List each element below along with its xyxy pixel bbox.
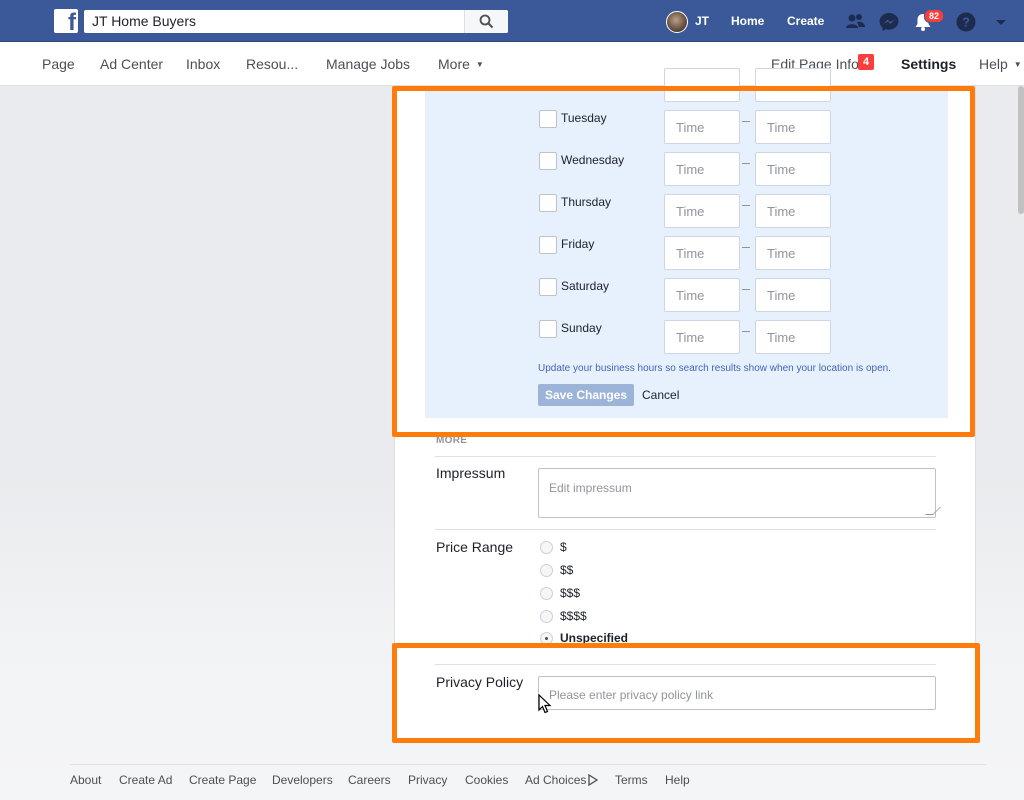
day-checkbox[interactable] — [539, 320, 557, 338]
create-link[interactable]: Create — [787, 14, 824, 28]
privacy-policy-label: Privacy Policy — [436, 674, 524, 690]
start-time-input[interactable]: Time — [664, 152, 740, 186]
nav-help-label: Help — [979, 56, 1008, 72]
divider — [435, 456, 936, 457]
svg-text:?: ? — [962, 15, 970, 30]
price-radio[interactable] — [540, 564, 553, 577]
time-range-dash — [742, 205, 750, 206]
footer-link-terms[interactable]: Terms — [615, 773, 648, 787]
start-time-input[interactable]: Time — [664, 320, 740, 354]
footer-link-careers[interactable]: Careers — [348, 773, 391, 787]
day-checkbox[interactable] — [539, 152, 557, 170]
day-checkbox[interactable] — [539, 194, 557, 212]
account-menu-chevron-down-icon[interactable] — [990, 11, 1012, 33]
end-time-input[interactable]: Time — [755, 152, 831, 186]
day-checkbox[interactable] — [539, 110, 557, 128]
help-icon[interactable]: ? — [955, 11, 977, 33]
price-radio[interactable] — [540, 610, 553, 623]
time-range-dash — [742, 247, 750, 248]
more-section-heading: MORE — [436, 435, 468, 446]
day-label: Wednesday — [561, 153, 625, 167]
day-checkbox[interactable] — [539, 278, 557, 296]
footer-link-privacy[interactable]: Privacy — [408, 773, 447, 787]
impressum-label: Impressum — [436, 465, 506, 481]
ad-choices-icon — [588, 773, 599, 787]
footer-link-developers[interactable]: Developers — [272, 773, 333, 787]
nav-inbox[interactable]: Inbox — [186, 56, 220, 72]
day-label: Thursday — [561, 195, 612, 209]
start-time-input[interactable]: Time — [664, 236, 740, 270]
search-input[interactable]: JT Home Buyers — [92, 13, 196, 29]
start-time-input[interactable]: Time — [664, 110, 740, 144]
time-range-dash — [742, 163, 750, 164]
search-icon — [479, 14, 494, 29]
price-option-label: Unspecified — [560, 631, 629, 645]
footer-link-cookies[interactable]: Cookies — [465, 773, 508, 787]
footer-link-create-page[interactable]: Create Page — [189, 773, 256, 787]
price-option-label: $$$ — [560, 586, 581, 600]
start-time-input[interactable]: Time — [664, 194, 740, 228]
price-option-label: $$ — [560, 563, 574, 577]
divider — [435, 664, 936, 665]
privacy-policy-input[interactable]: Please enter privacy policy link — [538, 676, 936, 710]
caret-down-icon: ▼ — [1013, 60, 1022, 69]
cancel-link[interactable]: Cancel — [642, 388, 679, 402]
impressum-textarea[interactable]: Edit impressum — [538, 468, 941, 518]
divider — [435, 529, 936, 530]
nav-resources[interactable]: Resou... — [246, 56, 298, 72]
footer-divider — [70, 764, 986, 765]
start-time-input[interactable]: Time — [664, 278, 740, 312]
notifications-badge: 82 — [924, 9, 945, 23]
day-label: Sunday — [561, 321, 602, 335]
footer-link-ad-choices[interactable]: Ad Choices — [525, 773, 599, 787]
day-label: Saturday — [561, 279, 610, 293]
impressum-placeholder: Edit impressum — [549, 481, 632, 495]
page-scrollbar[interactable] — [1018, 86, 1024, 214]
end-time-input[interactable]: Time — [755, 110, 831, 144]
day-label: Tuesday — [561, 111, 607, 125]
friend-requests-icon[interactable] — [844, 11, 866, 33]
price-range-label: Price Range — [436, 539, 514, 555]
end-time-input[interactable]: Time — [755, 194, 831, 228]
day-label: Friday — [561, 237, 595, 251]
search-button[interactable] — [464, 10, 508, 33]
time-range-dash — [742, 331, 750, 332]
footer-link-about[interactable]: About — [70, 773, 101, 787]
business-hours-hint: Update your business hours so search res… — [538, 363, 891, 374]
search-bar[interactable]: JT Home Buyers — [84, 10, 508, 33]
end-time-input[interactable]: Time — [755, 236, 831, 270]
home-link[interactable]: Home — [731, 14, 764, 28]
nav-page[interactable]: Page — [42, 56, 75, 72]
footer-link-help[interactable]: Help — [665, 773, 690, 787]
nav-help[interactable]: Help ▼ — [979, 56, 1022, 72]
privacy-policy-placeholder: Please enter privacy policy link — [549, 688, 714, 702]
mouse-pointer-icon — [538, 694, 552, 714]
time-range-dash — [742, 289, 750, 290]
top-navigation-bar: f JT Home Buyers JT Home Create 82 ? — [0, 0, 1024, 42]
end-time-input[interactable]: Time — [755, 278, 831, 312]
ad-choices-label: Ad Choices — [525, 773, 587, 787]
footer-link-create-ad[interactable]: Create Ad — [119, 773, 172, 787]
profile-name-link[interactable]: JT — [695, 14, 709, 28]
time-range-dash — [742, 121, 750, 122]
end-time-input[interactable]: Time — [755, 320, 831, 354]
nav-ad-center[interactable]: Ad Center — [100, 56, 163, 72]
price-option-label: $$$$ — [560, 609, 587, 623]
price-radio-selected[interactable] — [540, 632, 553, 645]
price-radio[interactable] — [540, 587, 553, 600]
profile-avatar[interactable] — [666, 11, 688, 33]
messenger-icon[interactable] — [878, 11, 900, 33]
day-checkbox[interactable] — [539, 236, 557, 254]
save-changes-button[interactable]: Save Changes — [538, 384, 634, 406]
price-option-label: $ — [560, 540, 567, 554]
facebook-logo-icon[interactable]: f — [54, 9, 78, 33]
price-radio[interactable] — [540, 541, 553, 554]
